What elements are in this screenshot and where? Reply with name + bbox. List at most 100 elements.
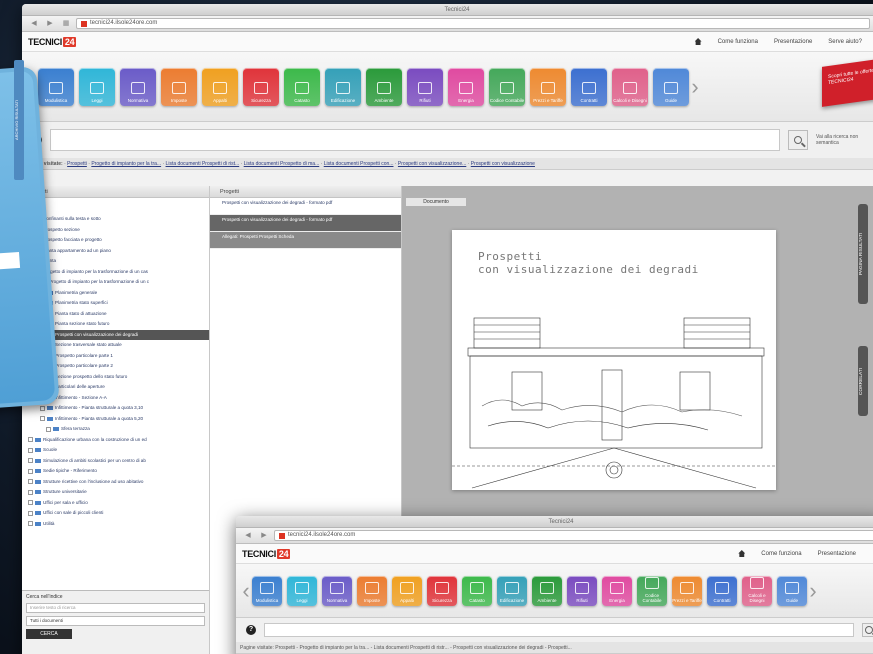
brand-logo[interactable]: TECNICI 24 — [28, 36, 77, 47]
tree-item[interactable]: Riqualificazione urbana con la costruzio… — [22, 435, 209, 446]
checkbox[interactable] — [28, 489, 33, 495]
tree-item[interactable]: Sfera terrazza — [22, 424, 209, 435]
ribbon-tile[interactable]: Modulistica — [38, 67, 74, 106]
breadcrumb-item[interactable]: Prospetti con visualizzazione... — [398, 161, 466, 167]
checkbox[interactable] — [28, 458, 33, 464]
ribbon-tile[interactable]: Rifiuti — [407, 67, 443, 106]
checkbox[interactable] — [28, 479, 33, 485]
ribbon-tile[interactable]: Rifiuti — [567, 575, 597, 606]
ribbon-tile[interactable]: Codice Contabile — [489, 67, 525, 106]
checkbox[interactable] — [28, 468, 33, 474]
front-search-button[interactable] — [862, 623, 873, 637]
checkbox[interactable] — [28, 437, 33, 443]
search-input[interactable] — [50, 129, 780, 151]
front-nav-come-funziona[interactable]: Come funziona — [761, 551, 801, 557]
ribbon-tile[interactable]: Ambiente — [366, 67, 402, 106]
front-home-icon[interactable] — [738, 550, 746, 557]
forward-icon[interactable]: ▶ — [44, 19, 56, 29]
checkbox[interactable] — [28, 500, 33, 506]
breadcrumb-item[interactable]: Lista documenti Prospetti con... — [324, 161, 394, 167]
ribbon-tile[interactable]: Normativa — [322, 575, 352, 606]
breadcrumb-item[interactable]: Lista documenti Prospetto di ma... — [244, 161, 320, 167]
nav-serve-aiuto[interactable]: Serve aiuto? — [828, 39, 862, 45]
tree-item[interactable]: Infittimento - Pianta strutturale a quot… — [22, 414, 209, 425]
tab-pagina-risultati[interactable]: PAGINA RISULTATI — [858, 204, 868, 304]
ribbon-tile[interactable]: Sicurezza — [243, 67, 279, 106]
checkbox[interactable] — [28, 521, 33, 527]
filter-text-input[interactable]: Inserire testo di ricerca — [26, 603, 205, 613]
tree-item[interactable]: Prospetto facciata e progetto — [22, 235, 209, 246]
tree-item[interactable]: Simulazione di ambiti scolastici per un … — [22, 456, 209, 467]
breadcrumb-item[interactable]: Prospetti — [67, 161, 87, 167]
checkbox[interactable] — [40, 405, 45, 411]
tree-item[interactable]: Utilità — [22, 519, 209, 530]
front-help-icon[interactable]: ? — [246, 625, 256, 635]
ribbon-tile[interactable]: Appalti — [392, 575, 422, 606]
non-semantic-search-link[interactable]: Vai alla ricerca non semantica — [816, 134, 866, 146]
ribbon-tile[interactable]: Guide — [777, 575, 807, 606]
tab-correlati[interactable]: CORRELATI — [858, 346, 868, 416]
ribbon-tile[interactable]: Catasto — [284, 67, 320, 106]
tree-item[interactable]: Infittimento - Pianta strutturale a quot… — [22, 403, 209, 414]
ribbon-tile[interactable]: Imposte — [357, 575, 387, 606]
nav-come-funziona[interactable]: Come funziona — [718, 39, 758, 45]
checkbox[interactable] — [46, 426, 51, 432]
list-item[interactable]: Prospetti con visualizzazione dei degrad… — [210, 198, 401, 215]
ribbon-tile[interactable]: Contratti — [707, 575, 737, 606]
front-url-field[interactable]: tecnici24.ilsole24ore.com — [274, 530, 873, 541]
checkbox[interactable] — [28, 447, 33, 453]
ribbon-tile[interactable]: Modulistica — [252, 575, 282, 606]
list-item-selected[interactable]: Prospetti con visualizzazione dei degrad… — [210, 215, 401, 232]
tree-item[interactable]: Prospetto sezione — [22, 225, 209, 236]
front-ribbon-prev-icon[interactable]: ‹ — [240, 578, 252, 604]
nav-presentazione[interactable]: Presentazione — [774, 39, 812, 45]
front-brand-logo[interactable]: TECNICI 24 — [242, 548, 291, 559]
checkbox[interactable] — [28, 510, 33, 516]
ribbon-tile[interactable]: Calcoli e Disegni — [742, 575, 772, 606]
tree-item[interactable]: Confinanti sulla testa e sotto — [22, 214, 209, 225]
ribbon-tile[interactable]: Edificazione — [325, 67, 361, 106]
ribbon-tile[interactable]: Leggi — [79, 67, 115, 106]
ribbon-tile[interactable]: Normativa — [120, 67, 156, 106]
home-icon[interactable] — [694, 38, 702, 45]
ribbon-tile[interactable]: Calcoli e Disegni — [612, 67, 648, 106]
ribbon-tile[interactable]: Energia — [448, 67, 484, 106]
filter-select[interactable]: Tutti i documenti — [26, 616, 205, 626]
ribbon-tile[interactable]: Guide — [653, 67, 689, 106]
breadcrumb-item[interactable]: Prospetti con visualizzazione — [471, 161, 535, 167]
ribbon-tile[interactable]: Codice Contabile — [637, 575, 667, 606]
promo-banner[interactable]: Scopri tutte le offerte di TECNICI24 — [822, 57, 873, 107]
ribbon-tile[interactable]: Prezzi e Tariffe — [530, 67, 566, 106]
tree-item[interactable]: Uffici per sala e ufficio — [22, 498, 209, 509]
ribbon-tile[interactable]: Edificazione — [497, 575, 527, 606]
tree-item[interactable]: Scuole — [22, 445, 209, 456]
list-item-attachments[interactable]: Allegati: Prospetti Prospetti Scheda — [210, 232, 401, 249]
ribbon-tile[interactable]: Leggi — [287, 575, 317, 606]
front-ribbon-next-icon[interactable]: › — [807, 578, 819, 604]
ribbon-tile[interactable]: Prezzi e Tariffe — [672, 575, 702, 606]
ribbon-tile[interactable]: Contratti — [571, 67, 607, 106]
search-button[interactable] — [788, 130, 808, 150]
front-back-icon[interactable]: ◀ — [242, 531, 254, 541]
front-forward-icon[interactable]: ▶ — [258, 531, 270, 541]
front-search-input[interactable] — [264, 623, 854, 637]
tree-item[interactable]: Strutture universitarie — [22, 487, 209, 498]
front-nav-presentazione[interactable]: Presentazione — [818, 551, 856, 557]
ribbon-tile[interactable]: Energia — [602, 575, 632, 606]
tree-item[interactable]: Sedie tipiche - Riferimento — [22, 466, 209, 477]
filter-search-button[interactable]: CERCA — [26, 629, 72, 639]
archivio-risultati-tab[interactable]: ARCHIVIO RISULTATI — [14, 60, 24, 180]
url-field[interactable]: tecnici24.ilsole24ore.com — [76, 18, 870, 29]
grid-icon[interactable]: ▦ — [60, 19, 72, 29]
ribbon-tile[interactable]: Sicurezza — [427, 575, 457, 606]
tab-documento[interactable]: Documento — [406, 198, 466, 206]
breadcrumb-item[interactable]: Progetto di impianto per la tra... — [91, 161, 161, 167]
tree-item[interactable]: Uffici con sale di piccoli clienti — [22, 508, 209, 519]
ribbon-tile[interactable]: Appalti — [202, 67, 238, 106]
checkbox[interactable] — [40, 416, 45, 422]
ribbon-next-icon[interactable]: › — [689, 74, 701, 100]
back-icon[interactable]: ◀ — [28, 19, 40, 29]
tree-item[interactable]: Strutture ricettive con l'inclusione ad … — [22, 477, 209, 488]
tree-item[interactable]: Pianta — [22, 256, 209, 267]
ribbon-tile[interactable]: Catasto — [462, 575, 492, 606]
